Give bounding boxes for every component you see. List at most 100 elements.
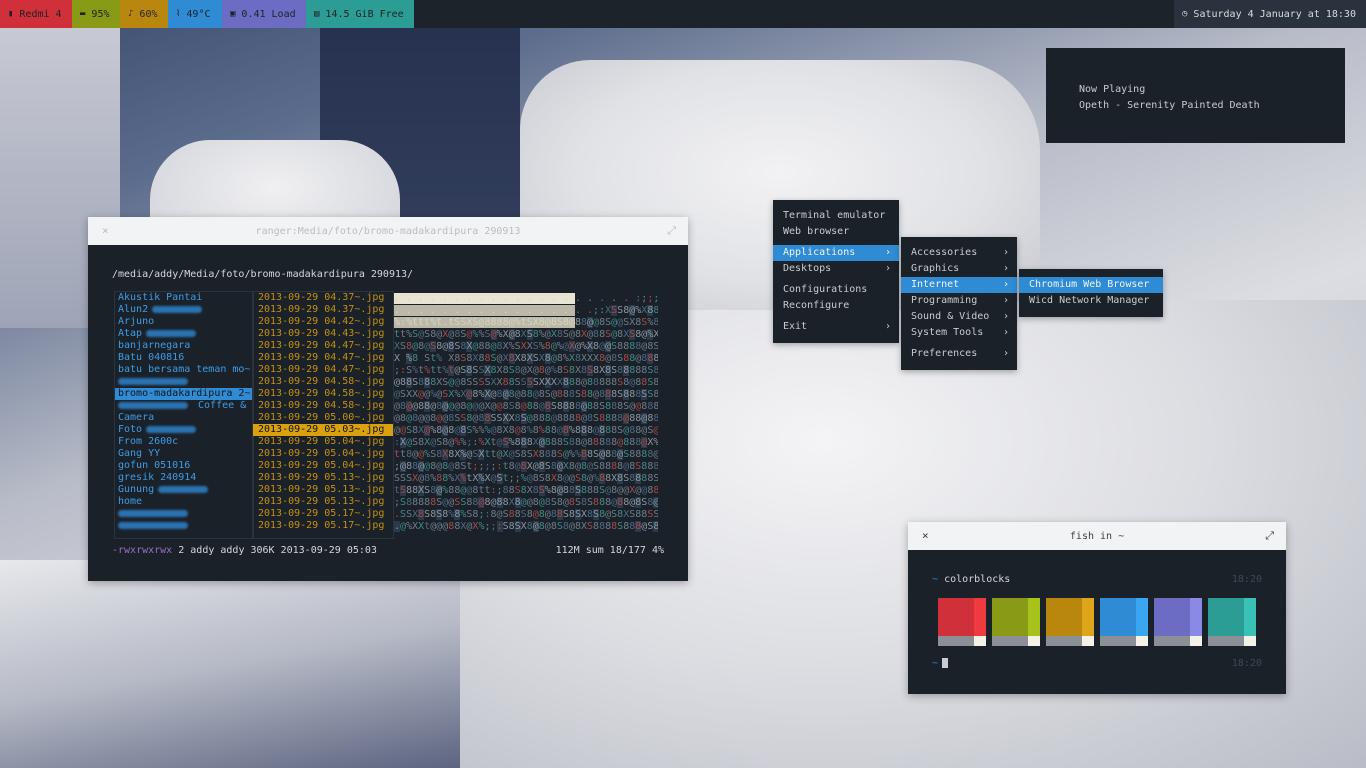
folder-item[interactable]: bromo-madakardipura 2~ [115,388,253,400]
file-item[interactable]: 2013-09-29 04.58~.jpg [253,376,393,388]
ranger-window[interactable]: × ranger:Media/foto/bromo-madakardipura … [88,217,688,581]
file-item[interactable]: 2013-09-29 05.00~.jpg [253,412,393,424]
input-line[interactable]: ~ 18:20 [932,658,1262,669]
file-item[interactable]: 2013-09-29 05.13~.jpg [253,472,393,484]
color-white [1082,636,1094,646]
file-item[interactable]: 2013-09-29 05.17~.jpg [253,520,393,532]
folder-item[interactable]: Atap [115,328,253,340]
preview-line: X %8 St% X8S8X88S@X8X8XSX8@8%X8XXX8@8S88… [394,353,658,365]
applications-menu[interactable]: Accessories › Graphics › Internet › Programmin… [901,237,1017,370]
fish-terminal-window[interactable]: × fish in ~ ⤢ ~ colorblocks 18:20 ~ 18:2… [908,522,1286,694]
folder-item[interactable] [115,376,253,388]
file-item[interactable]: 2013-09-29 04.37~.jpg [253,292,393,304]
file-item[interactable]: 2013-09-29 05.04~.jpg [253,448,393,460]
internet-menu[interactable]: Chromium Web Browser Wicd Network Manager [1019,269,1163,317]
folder-list[interactable]: Akustik Pantai Alun2 Arjuno Atap banjarnegar… [114,291,254,539]
menu-item-configurations[interactable]: Configurations [773,282,899,298]
folder-item[interactable]: Alun2 [115,304,253,316]
menu-item-label: Exit [783,321,808,332]
maximize-icon[interactable]: ⤢ [667,224,676,238]
folder-item[interactable]: Gunung [115,484,253,496]
menu-item-reconfigure[interactable]: Reconfigure [773,298,899,314]
folder-item[interactable]: gofun 051016 [115,460,253,472]
menu-item-internet[interactable]: Internet › [901,277,1017,293]
volume-indicator[interactable]: ♪ 60% [120,0,168,28]
preview-line: %:%ttt%t.tSSXS@8888@%tSX8@8S8@88@@8S@@SX… [394,317,658,329]
fish-titlebar[interactable]: × fish in ~ ⤢ [908,522,1286,550]
clock[interactable]: ◷ Saturday 4 January at 18:30 [1174,0,1366,28]
folder-item[interactable]: Coffee & KFC [115,400,253,412]
ranger-titlebar[interactable]: × ranger:Media/foto/bromo-madakardipura … [88,217,688,245]
menu-item-preferences[interactable]: Preferences › [901,346,1017,362]
menu-item-applications[interactable]: Applications › [773,245,899,261]
file-item[interactable]: 2013-09-29 05.03~.jpg [253,424,393,436]
folder-item[interactable]: banjarnegara [115,340,253,352]
preview-line: @@S8X@%8@8@8S%%%@8X8@8%8%88@8%888@888S@8… [394,425,658,436]
menu-item-desktops[interactable]: Desktops › [773,261,899,277]
folder-item[interactable]: Foto [115,424,253,436]
folder-item[interactable]: Gang YY [115,448,253,460]
color-block [1154,598,1202,646]
folder-item[interactable]: Batu 040816 [115,352,253,364]
menu-item-label: Configurations [783,284,868,295]
color-normal [992,598,1028,636]
menu-item-exit[interactable]: Exit › [773,319,899,335]
file-item[interactable]: 2013-09-29 05.04~.jpg [253,436,393,448]
file-item[interactable]: 2013-09-29 05.13~.jpg [253,484,393,496]
redacted-text [158,485,209,493]
menu-item-programming[interactable]: Programming › [901,293,1017,309]
folder-item[interactable]: Camera [115,412,253,424]
root-menu[interactable]: Terminal emulator Web browser Applications… [773,200,899,343]
close-icon[interactable]: × [102,224,109,237]
file-item[interactable]: 2013-09-29 04.58~.jpg [253,400,393,412]
color-grey [1154,636,1190,646]
file-item[interactable]: 2013-09-29 04.58~.jpg [253,388,393,400]
network-indicator[interactable]: ▮ Redmi 4 [0,0,72,28]
menu-item-label: Preferences [911,348,978,359]
menu-item-accessories[interactable]: Accessories › [901,245,1017,261]
file-item[interactable]: 2013-09-29 04.47~.jpg [253,364,393,376]
file-item[interactable]: 2013-09-29 05.04~.jpg [253,460,393,472]
maximize-icon[interactable]: ⤢ [1265,529,1274,543]
menu-item-label: Internet [911,279,960,290]
preview-line: tt%S@S8@X@8S@%%S@%X@8XS8%@X8S@8X@88S@8XS… [394,329,658,341]
chevron-right-icon: › [1002,348,1009,359]
file-item[interactable]: 2013-09-29 04.47~.jpg [253,352,393,364]
preview-line: tS88XS8@%88@@8tt:;88S8X8S%8@88S888S@8@@X… [394,485,658,497]
color-block [1046,598,1094,646]
load-indicator[interactable]: ▣ 0.41 Load [222,0,306,28]
file-item[interactable]: 2013-09-29 04.37~.jpg [253,304,393,316]
file-list[interactable]: 2013-09-29 04.37~.jpg 2013-09-29 04.37~.j… [252,291,394,539]
folder-item[interactable]: batu bersama teman mo~ [115,364,253,376]
file-item[interactable]: 2013-09-29 05.17~.jpg [253,508,393,520]
folder-item[interactable] [115,520,253,532]
menu-item-terminal-emulator[interactable]: Terminal emulator [773,208,899,224]
file-item[interactable]: 2013-09-29 04.42~.jpg [253,316,393,328]
file-item[interactable]: 2013-09-29 05.13~.jpg [253,496,393,508]
file-item[interactable]: 2013-09-29 04.43~.jpg [253,328,393,340]
folder-item[interactable]: home [115,496,253,508]
menu-item-graphics[interactable]: Graphics › [901,261,1017,277]
chevron-right-icon: › [1002,247,1009,258]
folder-item[interactable]: Arjuno [115,316,253,328]
folder-item[interactable]: Akustik Pantai [115,292,253,304]
folder-item[interactable] [115,508,253,520]
close-icon[interactable]: × [922,529,929,542]
battery-indicator[interactable]: ▬ 95% [72,0,120,28]
folder-item[interactable]: From 2600c [115,436,253,448]
menu-item-web-browser[interactable]: Web browser [773,224,899,240]
menu-item-wicd-network-manager[interactable]: Wicd Network Manager [1019,293,1163,309]
file-item[interactable]: 2013-09-29 04.47~.jpg [253,340,393,352]
temperature-indicator[interactable]: ⌇ 49°C [168,0,222,28]
preview-line: tt8@@%S8X8X%@SXtt@X@S8SX888S@%%88S@88@S8… [394,449,658,460]
menu-item-system-tools[interactable]: System Tools › [901,325,1017,341]
preview-line: @88S888XS@@8SSSSXX88SSSSXXXX888@88888S8@… [394,377,658,389]
prompt-time: 18:20 [1231,658,1262,669]
menu-item-label: System Tools [911,327,984,338]
now-playing-heading: Now Playing [1079,84,1146,95]
menu-item-chromium-web-browser[interactable]: Chromium Web Browser [1019,277,1163,293]
disk-indicator[interactable]: ▤ 14.5 GiB Free [306,0,414,28]
folder-item[interactable]: gresik 240914 [115,472,253,484]
menu-item-sound-video[interactable]: Sound & Video › [901,309,1017,325]
color-bright [1082,598,1094,636]
